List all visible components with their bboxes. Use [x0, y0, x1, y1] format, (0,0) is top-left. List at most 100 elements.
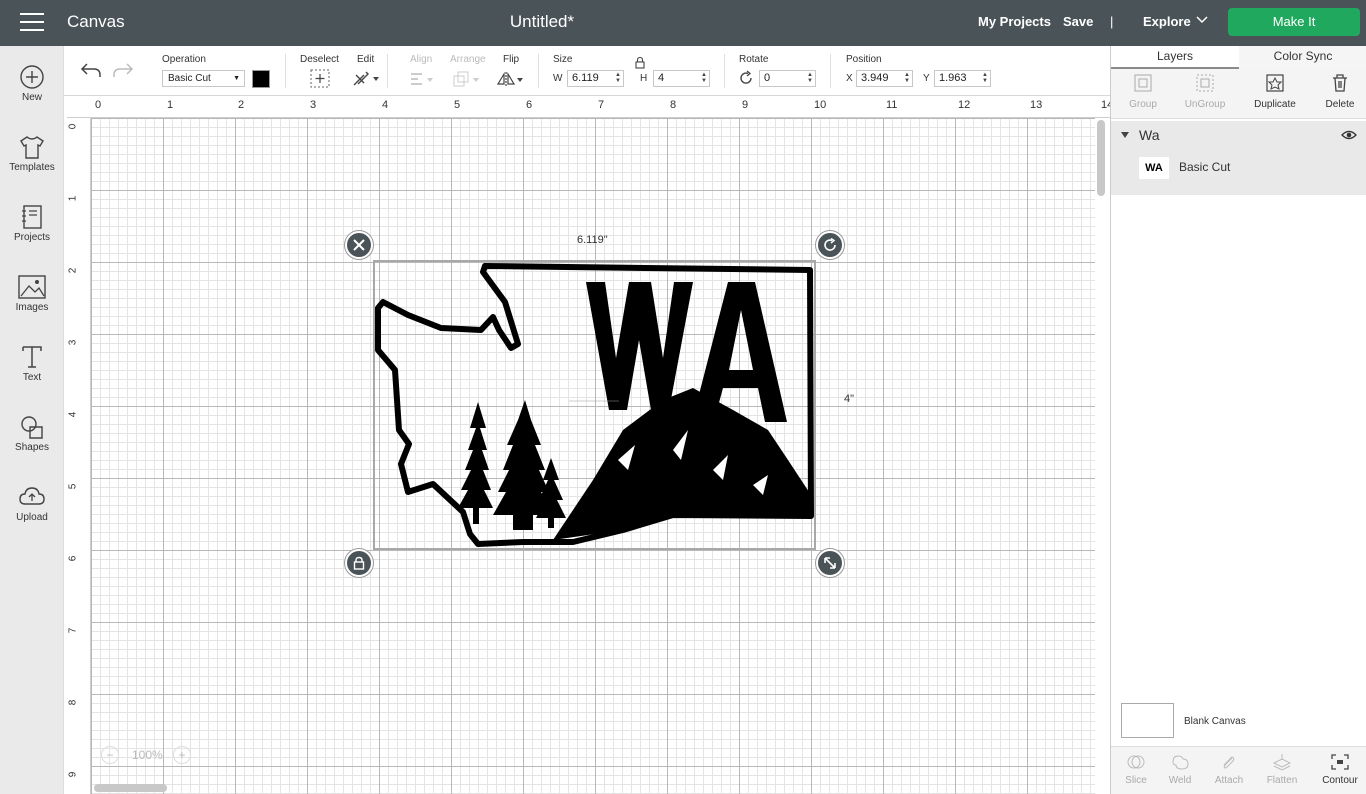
ruler-label: 9	[742, 99, 749, 111]
rotate-input[interactable]: 0 ▲ ▼	[759, 70, 816, 87]
layer-group-name: Wa	[1139, 127, 1160, 143]
spinner-icon[interactable]: ▲ ▼	[982, 72, 988, 84]
horizontal-scrollbar[interactable]	[94, 784, 167, 792]
y-position-input[interactable]: 1.963 ▲ ▼	[934, 70, 991, 87]
contour-label: Contour	[1322, 775, 1358, 786]
spinner-icon[interactable]: ▲ ▼	[904, 72, 910, 84]
zoom-in-button[interactable]: +	[173, 746, 191, 764]
dropdown-arrow-icon: ▼	[233, 75, 240, 82]
ungroup-button[interactable]: UnGroup	[1173, 73, 1237, 110]
redo-icon[interactable]	[112, 61, 134, 79]
delete-handle[interactable]	[345, 231, 373, 259]
sidebar-item-projects[interactable]: Projects	[0, 196, 64, 260]
flatten-label: Flatten	[1266, 775, 1298, 786]
vertical-scrollbar[interactable]	[1097, 120, 1105, 196]
cloud-upload-icon	[19, 487, 45, 505]
ruler-label: 2	[238, 99, 245, 111]
rotate-icon	[740, 70, 752, 84]
lock-icon[interactable]	[634, 56, 646, 69]
sidebar-item-label: Shapes	[15, 442, 49, 453]
ruler-label: 3	[67, 339, 79, 346]
duplicate-label: Duplicate	[1254, 99, 1296, 110]
wa-design-artwork[interactable]	[373, 260, 816, 550]
edit-tools-icon[interactable]	[352, 69, 382, 88]
duplicate-button[interactable]: Duplicate	[1243, 73, 1307, 110]
layer-group-wa[interactable]: Wa WA Basic Cut	[1111, 121, 1366, 195]
operation-color-swatch[interactable]	[252, 70, 270, 88]
tab-color-sync[interactable]: Color Sync	[1239, 46, 1366, 69]
sidebar-item-shapes[interactable]: Shapes	[0, 406, 64, 470]
collapse-caret-icon[interactable]	[1121, 132, 1129, 138]
y-letter: Y	[923, 73, 930, 84]
contour-button[interactable]: Contour	[1315, 753, 1365, 786]
toolbar-divider	[830, 54, 831, 88]
layers-panel: Layers Color Sync Group UnGroup Duplicat…	[1110, 46, 1366, 794]
ruler-label: 4	[382, 99, 389, 111]
document-title[interactable]: Untitled*	[0, 12, 1084, 32]
blank-canvas-swatch[interactable]	[1121, 703, 1174, 738]
ruler-label: 8	[670, 99, 677, 111]
width-value: 6.119	[572, 72, 599, 84]
ungroup-icon	[1196, 74, 1214, 92]
ruler-left: 0 1 2 3 4 5 6 7 8 9	[67, 118, 91, 794]
topbar-separator: |	[1110, 14, 1114, 29]
width-input[interactable]: 6.119 ▲ ▼	[567, 70, 624, 87]
sidebar-item-new[interactable]: New	[0, 56, 64, 120]
explore-menu[interactable]: Explore	[1143, 14, 1191, 29]
sidebar-item-text[interactable]: Text	[0, 336, 64, 400]
deselect-label: Deselect	[300, 54, 339, 65]
ruler-label: 9	[67, 771, 79, 778]
ruler-label: 5	[67, 483, 79, 490]
attach-button[interactable]: Attach	[1204, 753, 1254, 786]
ruler-label: 11	[886, 99, 898, 111]
weld-button[interactable]: Weld	[1155, 753, 1205, 786]
sidebar-item-templates[interactable]: Templates	[0, 126, 64, 190]
height-input[interactable]: 4 ▲ ▼	[653, 70, 710, 87]
make-it-button[interactable]: Make It	[1228, 8, 1360, 36]
flatten-button[interactable]: Flatten	[1257, 753, 1307, 786]
ruler-label: 6	[67, 555, 79, 562]
lock-proportions-handle[interactable]	[345, 549, 373, 577]
layer-thumbnail: WA	[1139, 157, 1169, 179]
flip-label: Flip	[503, 54, 520, 65]
operation-label: Operation	[162, 54, 206, 65]
weld-icon	[1172, 755, 1189, 770]
chevron-down-icon[interactable]	[1196, 16, 1208, 24]
deselect-icon[interactable]	[310, 69, 330, 88]
design-canvas[interactable]: 0 1 2 3 4 5 6 7 8 9 10 11 12 13 14 0 1 2…	[67, 96, 1110, 794]
my-projects-link[interactable]: My Projects	[978, 14, 1051, 29]
height-value: 4	[658, 72, 665, 84]
sidebar-item-upload[interactable]: Upload	[0, 476, 64, 540]
group-button[interactable]: Group	[1111, 73, 1175, 110]
align-icon[interactable]	[408, 70, 436, 88]
resize-arrow-icon	[824, 557, 836, 569]
operation-select[interactable]: Basic Cut ▼	[162, 70, 245, 87]
arrange-icon[interactable]	[452, 70, 482, 88]
spinner-icon[interactable]: ▲ ▼	[807, 72, 813, 84]
visibility-eye-icon[interactable]	[1341, 130, 1357, 140]
rotate-icon	[824, 238, 836, 251]
zoom-out-button[interactable]: −	[101, 746, 119, 764]
layer-item[interactable]: WA Basic Cut	[1111, 155, 1366, 193]
save-button[interactable]: Save	[1063, 14, 1093, 29]
spinner-icon[interactable]: ▲ ▼	[615, 72, 621, 84]
resize-handle[interactable]	[816, 549, 844, 577]
spinner-icon[interactable]: ▲ ▼	[701, 72, 707, 84]
panel-tabs: Layers Color Sync	[1111, 46, 1366, 69]
close-icon	[353, 239, 365, 251]
delete-button[interactable]: Delete	[1308, 73, 1366, 110]
attach-label: Attach	[1214, 775, 1244, 786]
rotate-handle[interactable]	[816, 231, 844, 259]
flip-icon[interactable]	[496, 70, 526, 88]
x-position-input[interactable]: 3.949 ▲ ▼	[856, 70, 913, 87]
slice-button[interactable]: Slice	[1111, 753, 1161, 786]
undo-icon[interactable]	[80, 61, 102, 79]
ruler-label: 7	[67, 627, 79, 634]
tab-layers[interactable]: Layers	[1111, 46, 1239, 69]
ruler-label: 8	[67, 699, 79, 706]
sidebar-item-images[interactable]: Images	[0, 266, 64, 330]
sidebar-item-label: Text	[22, 372, 42, 383]
edit-label: Edit	[357, 54, 375, 65]
plus-circle-icon	[20, 65, 44, 89]
edit-toolbar: Operation Basic Cut ▼ Deselect Edit Alig…	[64, 46, 1110, 96]
